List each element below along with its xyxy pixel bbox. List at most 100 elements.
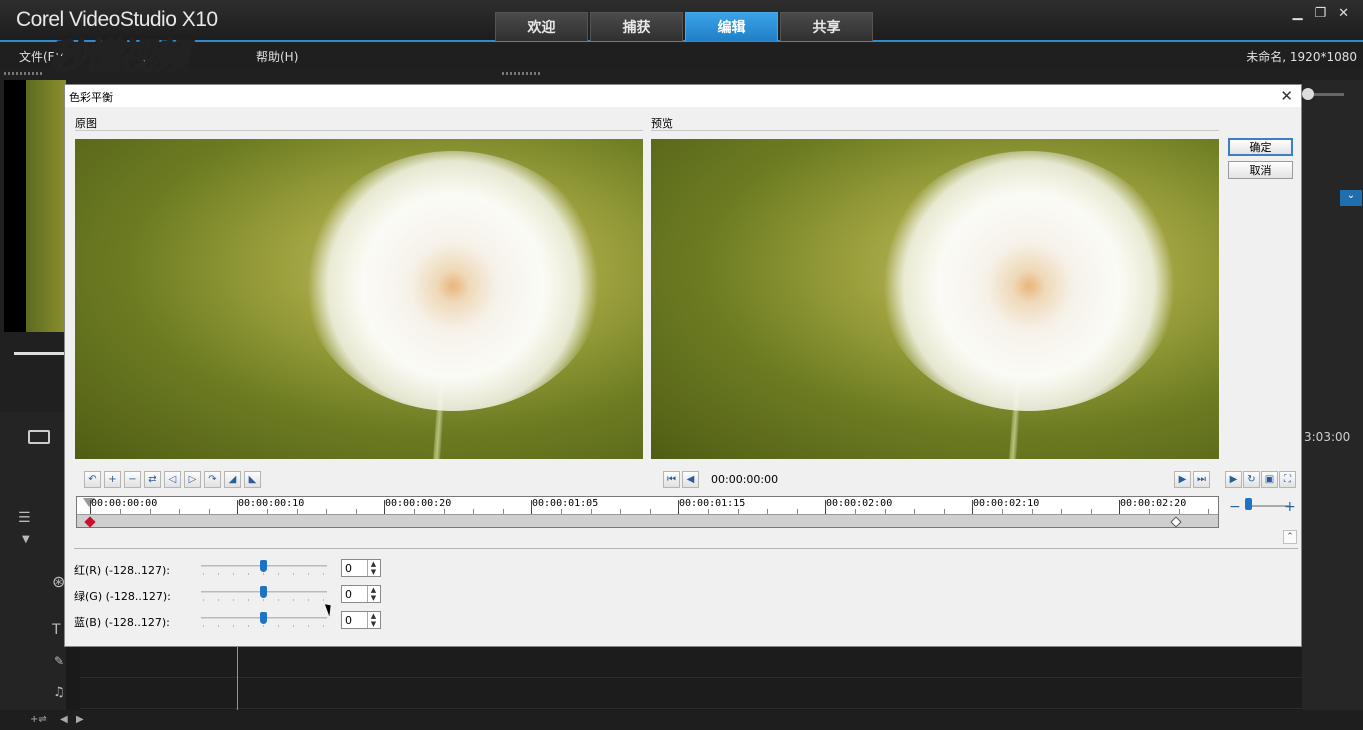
minimize-icon[interactable]: ▁ xyxy=(1292,6,1302,21)
tab-share[interactable]: 共享 xyxy=(780,12,873,41)
keyframe-track[interactable] xyxy=(77,514,1218,528)
ruler-minor-tick xyxy=(708,509,710,514)
ruler-minor-tick xyxy=(796,509,798,514)
tab-edit[interactable]: 编辑 xyxy=(685,12,778,41)
keyframe-start[interactable] xyxy=(84,516,96,528)
ruler-major-tick xyxy=(531,500,532,514)
loop-icon[interactable]: ↻ xyxy=(1243,471,1260,488)
fade-in-icon[interactable]: ◢ xyxy=(224,471,241,488)
next-frame-icon[interactable]: ▶ xyxy=(1174,471,1191,488)
restore-icon[interactable]: ❐ xyxy=(1314,6,1326,21)
add-keyframe-icon[interactable]: + xyxy=(104,471,121,488)
ruler-major-tick xyxy=(90,500,91,514)
video-studio-app: Corel VideoStudio X10 欢迎 捕获 编辑 共享 ▁ ❐ ✕ … xyxy=(0,0,1363,730)
ruler-tick-label: 00:00:02:00 xyxy=(826,498,893,509)
library-dropdown-icon[interactable]: ⌄ xyxy=(1340,190,1362,206)
ruler-minor-tick xyxy=(1002,509,1004,514)
fade-out-icon[interactable]: ◣ xyxy=(244,471,261,488)
tab-capture[interactable]: 捕获 xyxy=(590,12,683,41)
green-label: 绿(G) (-128..127): xyxy=(74,590,171,603)
keyframe-ruler[interactable]: 00:00:00:00 00:00:00:10 00:00:00:20 00:00:0… xyxy=(76,496,1219,528)
ruler-minor-tick xyxy=(414,509,416,514)
ruler-minor-tick xyxy=(326,509,328,514)
blue-slider-thumb[interactable] xyxy=(260,612,267,624)
go-to-end-icon[interactable]: ⏭ xyxy=(1193,471,1210,488)
fullscreen-icon[interactable]: ⛶ xyxy=(1279,471,1296,488)
prev-frame-icon[interactable]: ◀ xyxy=(682,471,699,488)
voice-track-icon: ✎ xyxy=(54,654,65,668)
scroll-right-icon[interactable]: ▶ xyxy=(76,714,84,725)
timeline-track[interactable] xyxy=(80,648,1350,678)
ruler-minor-tick xyxy=(590,509,592,514)
ruler-minor-tick xyxy=(943,509,945,514)
close-window-icon[interactable]: ✕ xyxy=(1338,6,1349,21)
reverse-icon[interactable]: ↶ xyxy=(84,471,101,488)
current-timecode: 00:00:00:00 xyxy=(711,473,779,486)
prev-keyframe-icon[interactable]: ◁ xyxy=(164,471,181,488)
ruler-tick-label: 00:00:02:10 xyxy=(973,498,1040,509)
flip-keyframe-icon[interactable]: ⇄ xyxy=(144,471,161,488)
panel-grip[interactable] xyxy=(502,72,542,75)
dandelion-flower xyxy=(879,151,1179,411)
timeline-toolbar: ☰ ▼ ⊛ T ✎ ♫ xyxy=(0,412,66,730)
library-zoom-knob[interactable] xyxy=(1302,88,1314,100)
play-icon[interactable]: ▶ xyxy=(1225,471,1242,488)
ruler-minor-tick xyxy=(649,509,651,514)
original-pane-label: 原图 xyxy=(75,117,97,130)
ruler-minor-tick xyxy=(855,509,857,514)
red-slider-thumb[interactable] xyxy=(260,560,267,572)
dialog-title: 色彩平衡 xyxy=(69,91,113,104)
scroll-left-icon[interactable]: ◀ xyxy=(60,714,68,725)
original-image xyxy=(75,139,643,459)
ruler-minor-tick xyxy=(267,509,269,514)
preview-monitor-icon[interactable]: ▣ xyxy=(1261,471,1278,488)
red-spinner-icon[interactable]: ▲ ▼ xyxy=(367,560,379,576)
cancel-button[interactable]: 取消 xyxy=(1228,161,1293,179)
green-spinner-icon[interactable]: ▲ ▼ xyxy=(367,586,379,602)
storyboard-view-icon[interactable] xyxy=(28,430,50,444)
zoom-out-icon[interactable]: − xyxy=(1229,499,1241,515)
timeline-track[interactable] xyxy=(80,679,1350,709)
ruler-minor-tick xyxy=(473,509,475,514)
ruler-minor-tick xyxy=(767,509,769,514)
library-zoom-track xyxy=(1310,93,1344,96)
player-scrubber[interactable] xyxy=(14,352,64,355)
ok-button[interactable]: 确定 xyxy=(1228,138,1293,156)
tab-welcome[interactable]: 欢迎 xyxy=(495,12,588,41)
collapse-icon[interactable]: ⌃ xyxy=(1283,530,1297,544)
chevron-down-icon[interactable]: ▼ xyxy=(22,534,30,545)
green-slider-thumb[interactable] xyxy=(260,586,267,598)
close-icon[interactable]: ✕ xyxy=(1280,87,1293,105)
status-bar: +⇌ ◀ ▶ xyxy=(0,710,1363,730)
ruler-minor-tick xyxy=(208,509,210,514)
timeline-playhead[interactable] xyxy=(237,647,238,710)
add-track-icon[interactable]: +⇌ xyxy=(30,714,47,725)
ruler-major-tick xyxy=(237,500,238,514)
menu-help[interactable]: 帮助(H) xyxy=(256,48,298,65)
go-to-start-icon[interactable]: ⏮ xyxy=(663,471,680,488)
zoom-slider-thumb[interactable] xyxy=(1245,498,1252,510)
ruler-tick-label: 00:00:00:00 xyxy=(91,498,158,509)
remove-keyframe-icon[interactable]: − xyxy=(124,471,141,488)
rotate-icon[interactable]: ↷ xyxy=(204,471,221,488)
panel-grip[interactable] xyxy=(4,72,44,75)
main-tabs: 欢迎 捕获 编辑 共享 xyxy=(495,12,873,41)
preview-image xyxy=(651,139,1219,459)
project-info: 未命名, 1920*1080 xyxy=(1246,50,1357,64)
red-label: 红(R) (-128..127): xyxy=(74,564,170,577)
ruler-minor-tick xyxy=(149,509,151,514)
blue-spinner-icon[interactable]: ▲ ▼ xyxy=(367,612,379,628)
ruler-minor-tick xyxy=(355,509,357,514)
ruler-major-tick xyxy=(1119,500,1120,514)
dialog-titlebar: 色彩平衡 ✕ xyxy=(65,85,1301,107)
blue-slider-ticks xyxy=(203,625,325,627)
track-manager-icon[interactable]: ☰ xyxy=(18,510,31,526)
zoom-in-icon[interactable]: + xyxy=(1284,499,1296,515)
next-keyframe-icon[interactable]: ▷ xyxy=(184,471,201,488)
ruler-minor-tick xyxy=(737,509,739,514)
ruler-minor-tick xyxy=(1178,509,1180,514)
ruler-minor-tick xyxy=(1031,509,1033,514)
keyframe-end[interactable] xyxy=(1170,516,1182,528)
watermark-logo: 秒懂视频 xyxy=(49,28,260,79)
window-controls: ▁ ❐ ✕ xyxy=(1292,6,1349,21)
